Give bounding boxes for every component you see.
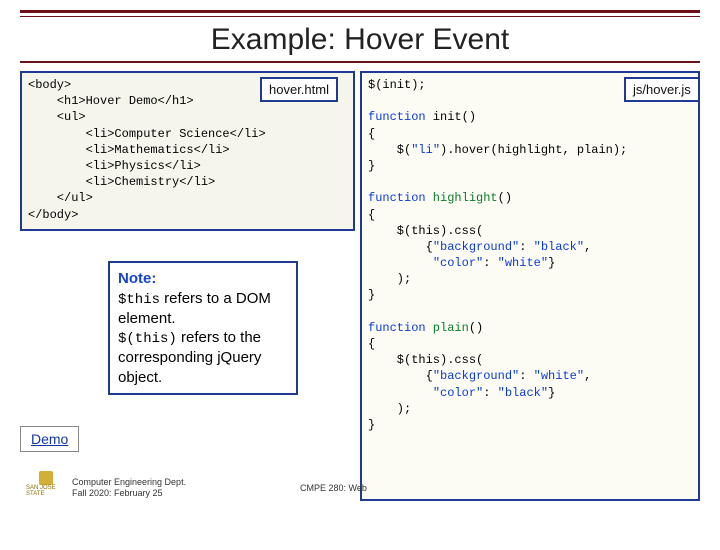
js-string: "background" xyxy=(433,240,519,254)
js-fnname: plain xyxy=(426,321,469,335)
js-seg: $(init); xyxy=(368,78,426,92)
js-code-box: $(init); function init() { $("li").hover… xyxy=(360,71,700,501)
logo-text: SAN JOSE STATE xyxy=(26,485,66,497)
js-fnname: highlight xyxy=(426,191,498,205)
footer-date: Fall 2020: February 25 xyxy=(72,488,186,499)
slide: Example: Hover Event <body> <h1>Hover De… xyxy=(0,10,720,550)
js-string: "black" xyxy=(534,240,584,254)
js-string: "color" xyxy=(433,386,483,400)
js-file-label: js/hover.js xyxy=(624,77,700,102)
note-header: Note: xyxy=(118,270,156,287)
content-area: <body> <h1>Hover Demo</h1> <ul> <li>Comp… xyxy=(20,71,700,501)
note-code-jqthis: $(this) xyxy=(118,331,177,347)
top-rule xyxy=(20,10,700,17)
html-code: <body> <h1>Hover Demo</h1> <ul> <li>Comp… xyxy=(28,78,266,222)
js-string: "color" xyxy=(433,256,483,270)
js-seg: : xyxy=(483,256,497,270)
sjsu-logo: SAN JOSE STATE xyxy=(26,471,66,497)
js-seg: : xyxy=(519,369,533,383)
js-string: "white" xyxy=(534,369,584,383)
html-file-label: hover.html xyxy=(260,77,338,102)
note-box: Note: $this refers to a DOM element. $(t… xyxy=(108,261,298,395)
js-string: "white" xyxy=(498,256,548,270)
js-keyword: function xyxy=(368,110,426,124)
logo-icon xyxy=(39,471,53,485)
under-rule xyxy=(20,61,700,63)
demo-link[interactable]: Demo xyxy=(20,426,79,452)
footer-dept: Computer Engineering Dept. xyxy=(72,477,186,488)
js-string: "black" xyxy=(498,386,548,400)
note-code-this: $this xyxy=(118,292,160,308)
footer-center: CMPE 280: Web xyxy=(300,483,367,493)
js-seg: : xyxy=(483,386,497,400)
footer-left: Computer Engineering Dept. Fall 2020: Fe… xyxy=(72,477,186,499)
slide-title: Example: Hover Event xyxy=(20,23,700,57)
js-keyword: function xyxy=(368,321,426,335)
js-keyword: function xyxy=(368,191,426,205)
js-seg: : xyxy=(519,240,533,254)
js-string: "background" xyxy=(433,369,519,383)
js-string: "li" xyxy=(411,143,440,157)
